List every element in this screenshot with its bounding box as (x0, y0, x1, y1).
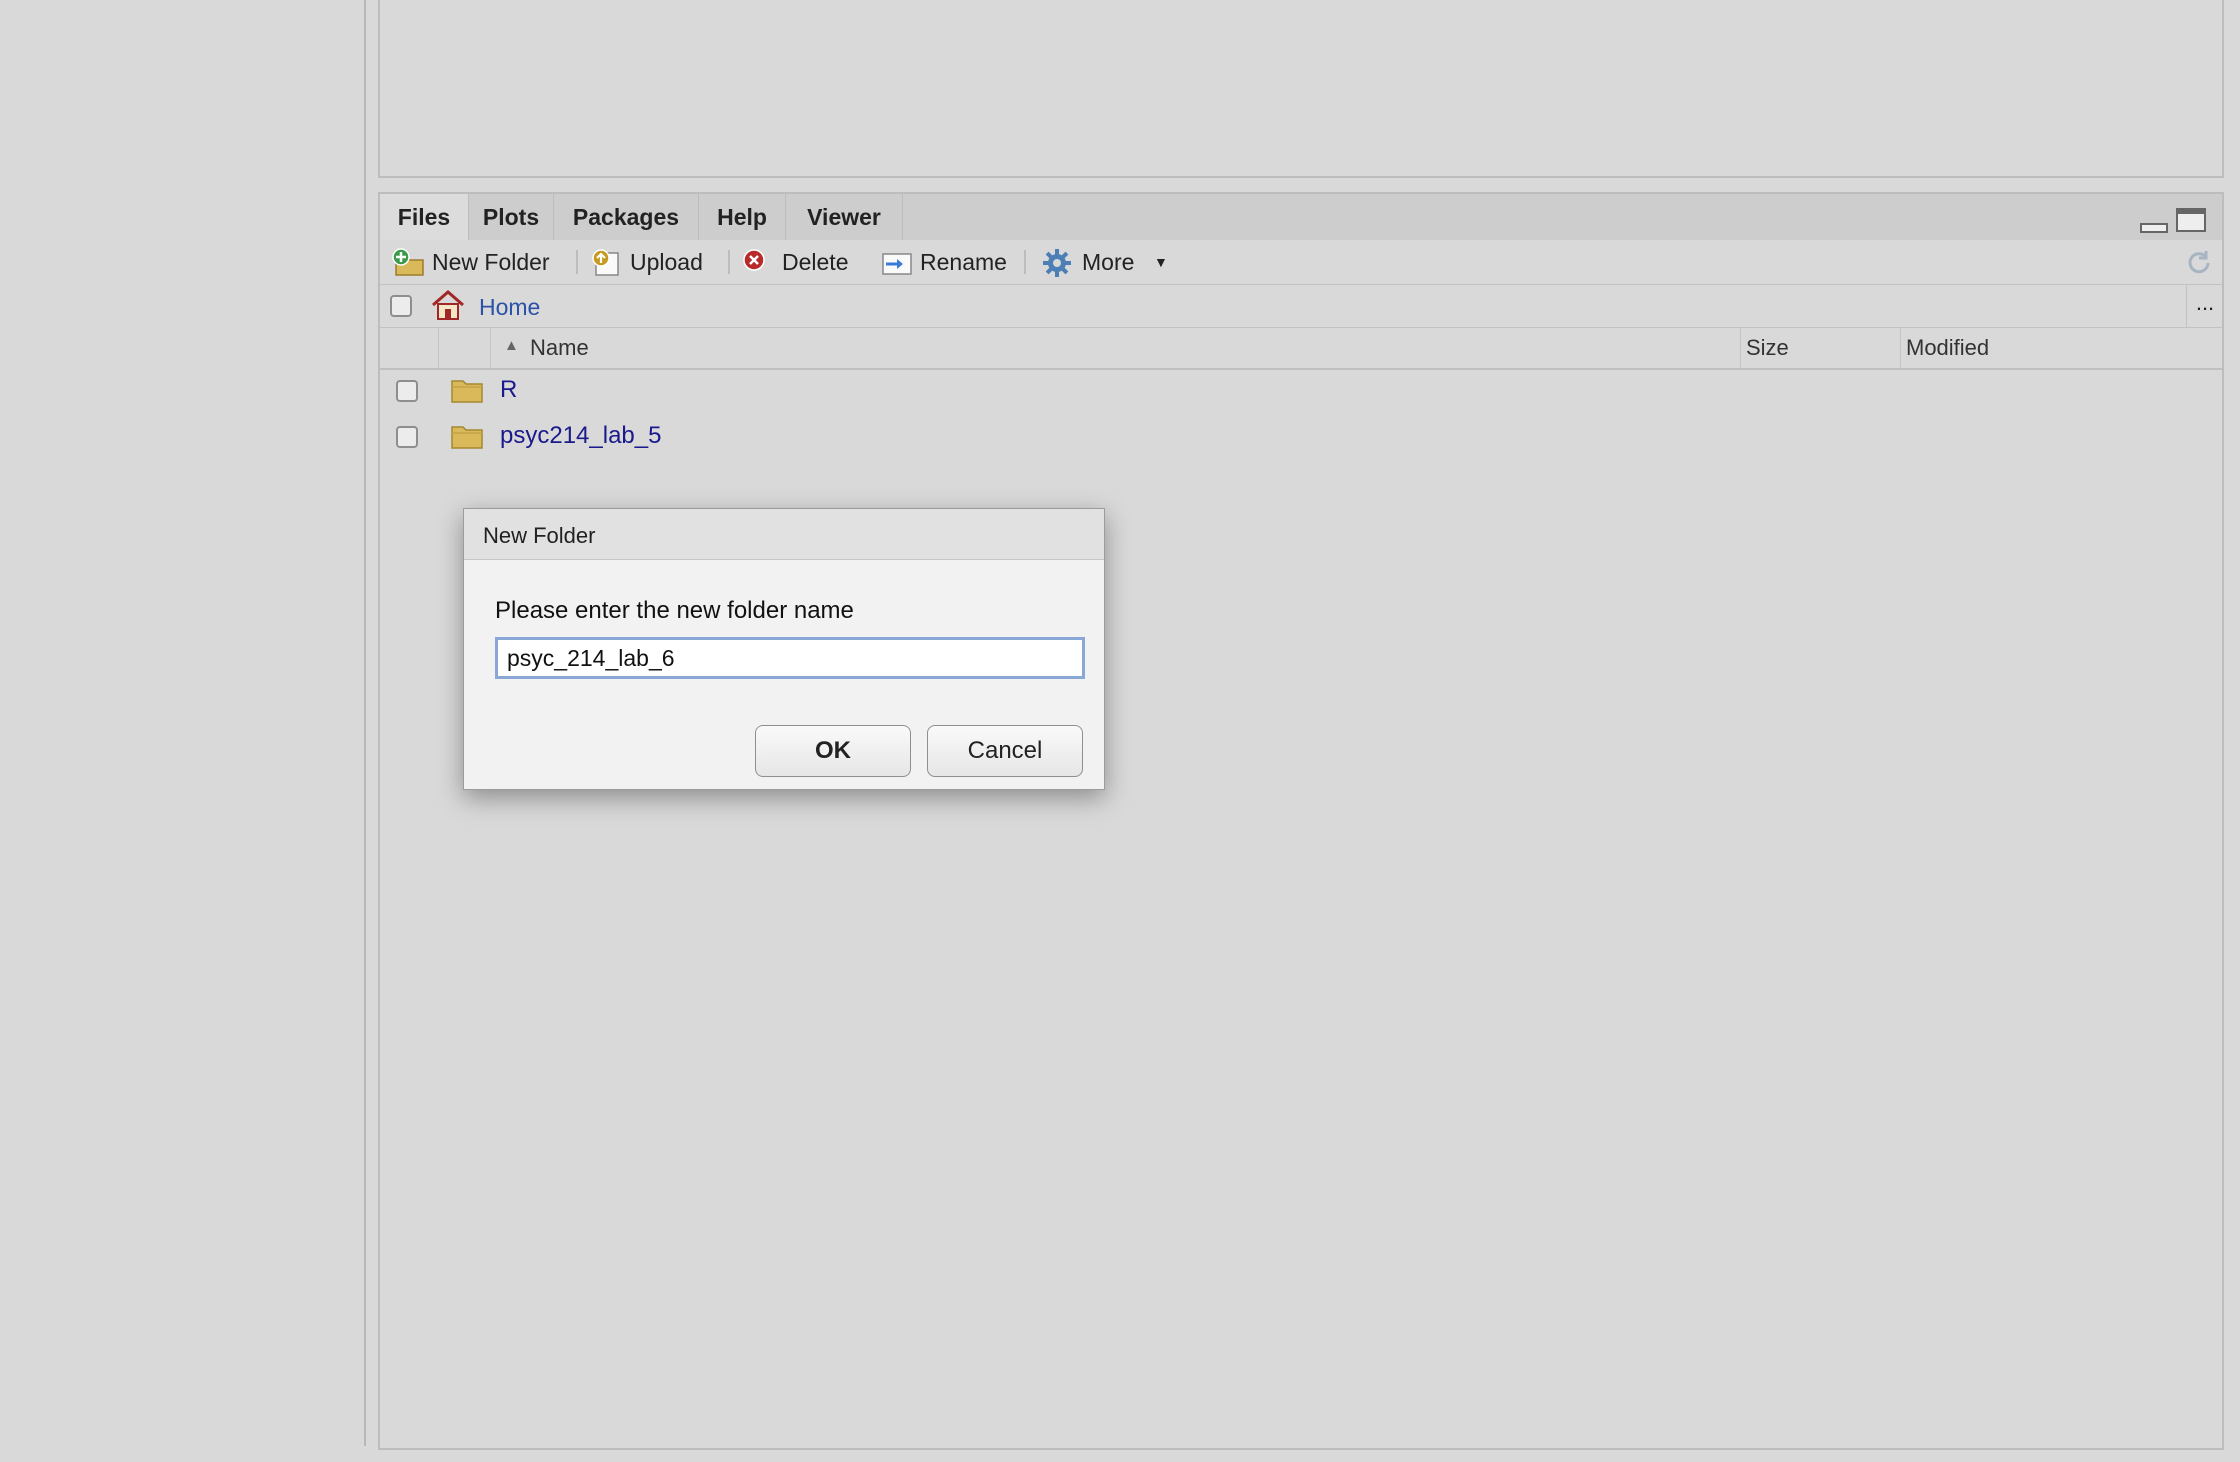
toolbar-separator (576, 250, 578, 274)
toolbar-separator (1024, 250, 1026, 274)
folder-icon (450, 376, 484, 409)
column-divider (1900, 328, 1901, 368)
folder-icon (450, 422, 484, 455)
dialog-title-bar[interactable]: New Folder (464, 509, 1104, 560)
select-all-checkbox[interactable] (390, 295, 412, 317)
upload-button[interactable]: Upload (590, 240, 710, 284)
sort-ascending-icon: ▲ (504, 337, 519, 354)
delete-button[interactable]: Delete (742, 240, 862, 284)
refresh-icon[interactable] (2184, 248, 2214, 283)
chevron-down-icon: ▼ (1154, 254, 1168, 270)
rename-button[interactable]: Rename (880, 240, 1010, 284)
column-divider (490, 328, 491, 368)
tab-viewer[interactable]: Viewer (786, 194, 903, 240)
column-modified[interactable]: Modified (1906, 335, 1989, 361)
dialog-title: New Folder (483, 523, 596, 548)
tab-files[interactable]: Files (380, 194, 469, 240)
toolbar-separator (728, 250, 730, 274)
tab-plots[interactable]: Plots (469, 194, 554, 240)
file-row: psyc214_lab_5 (380, 414, 2222, 460)
left-pane (0, 0, 366, 1446)
ok-button[interactable]: OK (755, 725, 911, 777)
minimize-icon[interactable] (2140, 220, 2168, 238)
new-folder-button[interactable]: New Folder (392, 240, 562, 284)
rename-icon (880, 248, 912, 276)
file-row: R (380, 368, 2222, 414)
new-folder-icon (392, 248, 424, 276)
files-pane: Files Plots Packages Help Viewer New Fol… (378, 192, 2224, 1450)
delete-icon (742, 248, 770, 276)
folder-name-input[interactable] (495, 637, 1085, 679)
path-overflow-button[interactable]: ... (2186, 285, 2223, 327)
file-checkbox[interactable] (396, 380, 418, 402)
column-divider (438, 328, 439, 368)
more-button[interactable]: More ▼ (1042, 240, 1172, 284)
cancel-button[interactable]: Cancel (927, 725, 1083, 777)
file-link[interactable]: R (500, 376, 517, 404)
tab-packages[interactable]: Packages (554, 194, 699, 240)
column-name[interactable]: Name (530, 335, 589, 361)
home-icon[interactable] (430, 289, 466, 326)
upload-icon (590, 248, 619, 276)
file-link[interactable]: psyc214_lab_5 (500, 422, 661, 450)
breadcrumb-home[interactable]: Home (479, 294, 540, 321)
maximize-icon[interactable] (2176, 208, 2206, 237)
file-checkbox[interactable] (396, 426, 418, 448)
tab-help[interactable]: Help (699, 194, 786, 240)
tab-bar: Files Plots Packages Help Viewer (380, 194, 2222, 241)
files-toolbar: New Folder Upload Delete Rename More ▼ (380, 240, 2222, 285)
column-divider (1740, 328, 1741, 368)
upper-pane (378, 0, 2224, 178)
new-folder-dialog: New Folder Please enter the new folder n… (463, 508, 1105, 790)
path-bar: Home ... (380, 285, 2222, 328)
column-header: ▲ Name Size Modified (380, 328, 2222, 370)
gear-icon (1042, 248, 1071, 277)
column-size[interactable]: Size (1746, 335, 1789, 361)
dialog-prompt: Please enter the new folder name (495, 597, 854, 624)
